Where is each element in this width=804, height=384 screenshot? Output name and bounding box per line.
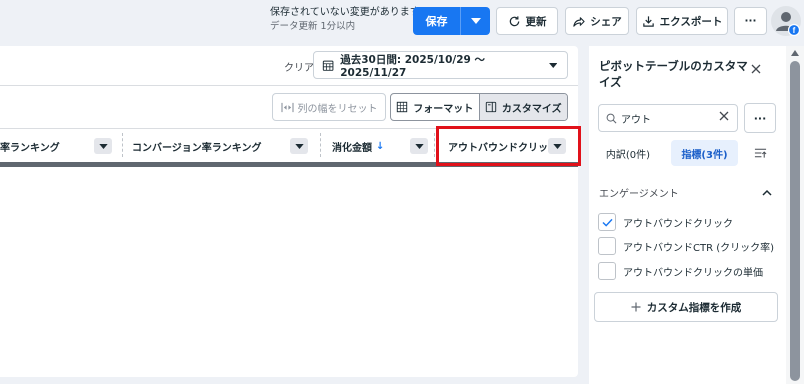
customize-button[interactable]: カスタマイズ bbox=[478, 94, 567, 120]
avatar[interactable]: f bbox=[771, 6, 801, 37]
refresh-icon bbox=[509, 15, 519, 26]
clear-search-button[interactable] bbox=[719, 111, 729, 124]
column-header-amount-spent[interactable]: 消化金額 ↓ bbox=[332, 129, 428, 163]
column-header-ranking[interactable]: 率ランキング bbox=[0, 129, 112, 163]
vertical-scrollbar[interactable] bbox=[786, 46, 804, 384]
metric-search bbox=[598, 104, 738, 132]
view-mode-toggle: フォーマット カスタマイズ bbox=[390, 93, 568, 121]
column-header-outbound-clicks[interactable]: アウトバウンドクリック bbox=[448, 129, 566, 163]
data-refresh-status: データ更新 1分以内 bbox=[270, 21, 356, 32]
sort-descending-icon: ↓ bbox=[376, 140, 385, 152]
create-custom-metric-button[interactable]: カスタム指標を作成 bbox=[594, 292, 778, 322]
search-icon bbox=[606, 113, 617, 123]
column-resize-handle[interactable] bbox=[320, 133, 321, 157]
checkbox-checked[interactable] bbox=[598, 213, 616, 231]
share-icon bbox=[573, 16, 585, 27]
sort-icon bbox=[754, 148, 766, 158]
refresh-button[interactable]: 更新 bbox=[496, 7, 558, 35]
tab-breakdowns[interactable]: 内訳(0件) bbox=[599, 140, 657, 166]
column-menu-button[interactable] bbox=[410, 138, 428, 154]
reset-column-width-button[interactable]: 列の幅をリセット bbox=[272, 93, 386, 121]
column-menu-button[interactable] bbox=[94, 138, 112, 154]
caret-down-icon bbox=[98, 143, 108, 149]
export-label: エクスポート bbox=[659, 15, 723, 28]
scrollbar-thumb[interactable] bbox=[790, 61, 800, 381]
column-resize-handle[interactable] bbox=[434, 133, 435, 157]
search-options-button[interactable]: ··· bbox=[744, 103, 776, 133]
column-width-icon bbox=[280, 102, 294, 112]
table-header: 率ランキング コンバージョン率ランキング 消化金額 ↓ アウトバウンドクリック bbox=[0, 128, 578, 162]
column-menu-button[interactable] bbox=[290, 138, 308, 154]
panel-title: ピボットテーブルのカスタマイズ bbox=[599, 59, 748, 89]
format-icon bbox=[397, 101, 408, 113]
metric-label: アウトバウンドクリックの単価 bbox=[623, 267, 763, 279]
caret-down-icon bbox=[414, 143, 424, 149]
report-panel: クリア 過去30日間: 2025/10/29 ～ 2025/11/27 列の幅を… bbox=[0, 46, 578, 377]
checkbox[interactable] bbox=[598, 262, 616, 280]
column-label: アウトバウンドクリック bbox=[448, 142, 558, 154]
column-label: 率ランキング bbox=[0, 142, 60, 154]
table-toolbar: 列の幅をリセット フォーマット カスタマイズ bbox=[0, 86, 578, 128]
unsaved-status: 保存されていない変更があります データ更新 1分以内 bbox=[270, 6, 420, 34]
format-button[interactable]: フォーマット bbox=[391, 94, 479, 120]
column-resize-handle[interactable] bbox=[122, 133, 123, 157]
share-label: シェア bbox=[590, 15, 622, 28]
checkmark-icon bbox=[601, 218, 613, 227]
metric-item-outbound-clicks[interactable]: アウトバウンドクリック bbox=[598, 213, 733, 231]
format-label: フォーマット bbox=[413, 103, 474, 115]
customize-label: カスタマイズ bbox=[501, 103, 562, 115]
user-icon: f bbox=[776, 12, 801, 37]
calendar-icon bbox=[322, 60, 334, 71]
export-icon bbox=[642, 15, 654, 27]
save-button-group: 保存 bbox=[413, 7, 490, 35]
section-title: エンゲージメント bbox=[599, 189, 679, 200]
tab-metrics[interactable]: 指標(3件) bbox=[671, 140, 738, 166]
metric-item-outbound-ctr[interactable]: アウトバウンドCTR (クリック率) bbox=[598, 237, 774, 255]
customize-panel: ピボットテーブルのカスタマイズ ··· 内訳(0件) 指標(3件) エンゲージメ… bbox=[589, 46, 786, 384]
save-button[interactable]: 保存 bbox=[413, 7, 460, 35]
search-input[interactable] bbox=[621, 112, 705, 124]
create-custom-metric-label: カスタム指標を作成 bbox=[646, 301, 742, 314]
metric-label: アウトバウンドクリック bbox=[623, 218, 733, 230]
caret-down-icon bbox=[552, 143, 562, 149]
scroll-up-arrow-icon[interactable] bbox=[791, 50, 799, 56]
column-header-conversion-rate-ranking[interactable]: コンバージョン率ランキング bbox=[132, 129, 308, 163]
caret-down-icon bbox=[470, 18, 481, 24]
column-menu-button[interactable] bbox=[548, 138, 566, 154]
customize-icon bbox=[485, 101, 497, 113]
date-toolbar: クリア 過去30日間: 2025/10/29 ～ 2025/11/27 bbox=[0, 46, 578, 86]
date-range-label: 過去30日間: 2025/10/29 ～ 2025/11/27 bbox=[340, 53, 485, 79]
unsaved-message: 保存されていない変更があります bbox=[270, 7, 420, 18]
chevron-up-icon bbox=[762, 189, 772, 196]
caret-down-icon bbox=[294, 143, 304, 149]
column-label: コンバージョン率ランキング bbox=[132, 142, 262, 154]
collapse-section-button[interactable] bbox=[762, 186, 772, 199]
sort-options-button[interactable] bbox=[747, 140, 773, 166]
top-bar: 保存されていない変更があります データ更新 1分以内 保存 更新 シェア エクス… bbox=[0, 0, 804, 42]
more-options-button[interactable]: ··· bbox=[734, 7, 767, 35]
clear-link[interactable]: クリア bbox=[284, 59, 314, 74]
horizontal-scrollbar[interactable] bbox=[0, 162, 578, 167]
checkbox[interactable] bbox=[598, 237, 616, 255]
plus-icon bbox=[631, 302, 641, 312]
more-icon: ··· bbox=[753, 111, 767, 125]
reset-column-width-label: 列の幅をリセット bbox=[297, 103, 378, 115]
svg-text:f: f bbox=[793, 26, 796, 35]
share-button[interactable]: シェア bbox=[565, 7, 629, 35]
close-panel-button[interactable] bbox=[747, 60, 765, 78]
metric-item-cost-per-outbound-click[interactable]: アウトバウンドクリックの単価 bbox=[598, 262, 763, 280]
close-icon bbox=[751, 64, 761, 74]
more-icon: ··· bbox=[744, 15, 757, 27]
column-label: 消化金額 bbox=[332, 142, 372, 154]
refresh-label: 更新 bbox=[525, 15, 547, 28]
metric-label: アウトバウンドCTR (クリック率) bbox=[623, 242, 775, 254]
close-icon bbox=[719, 111, 729, 121]
date-range-picker[interactable]: 過去30日間: 2025/10/29 ～ 2025/11/27 bbox=[313, 51, 568, 79]
save-options-button[interactable] bbox=[460, 7, 490, 35]
caret-down-icon bbox=[548, 62, 557, 68]
export-button[interactable]: エクスポート bbox=[636, 7, 728, 35]
